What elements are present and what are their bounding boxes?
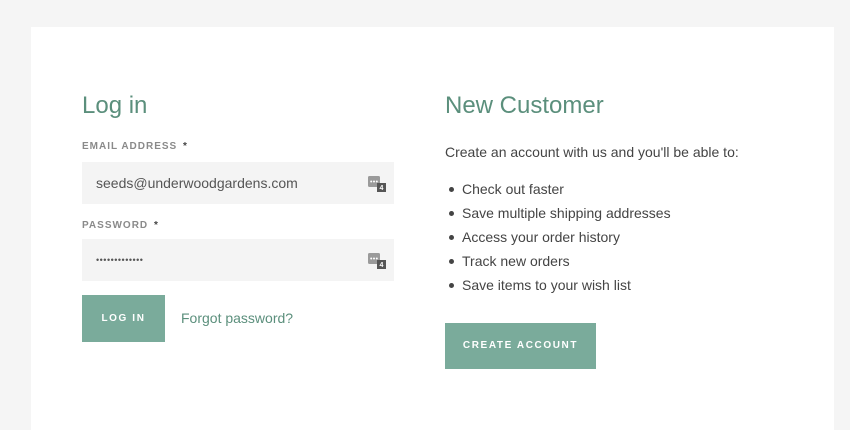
password-manager-badge: 4 (380, 185, 384, 192)
login-title: Log in (82, 92, 148, 119)
list-item: Access your order history (445, 228, 671, 252)
new-customer-intro: Create an account with us and you'll be … (445, 144, 739, 160)
email-field[interactable] (82, 162, 394, 204)
forgot-password-link[interactable]: Forgot password? (181, 310, 293, 326)
password-required-mark: * (153, 220, 159, 231)
account-panel: Log in EMAIL ADDRESS * 4 PASSWORD * ••••… (31, 27, 834, 430)
email-label: EMAIL ADDRESS * (82, 141, 188, 152)
password-field[interactable]: ••••••••••••• 4 (82, 239, 394, 281)
email-label-text: EMAIL ADDRESS (82, 141, 178, 152)
password-manager-icon[interactable]: 4 (368, 176, 386, 192)
benefits-list: Check out faster Save multiple shipping … (445, 180, 671, 300)
password-label-text: PASSWORD (82, 220, 149, 231)
login-button[interactable]: LOG IN (82, 295, 165, 342)
list-item: Save multiple shipping addresses (445, 204, 671, 228)
password-manager-badge: 4 (380, 262, 384, 269)
create-account-button[interactable]: CREATE ACCOUNT (445, 323, 596, 369)
list-item: Track new orders (445, 252, 671, 276)
password-masked-value: ••••••••••••• (96, 255, 144, 265)
email-required-mark: * (183, 141, 188, 152)
password-manager-icon[interactable]: 4 (368, 253, 386, 269)
email-field-wrapper: 4 (82, 162, 394, 204)
new-customer-title: New Customer (445, 92, 604, 119)
password-label: PASSWORD * (82, 220, 159, 231)
list-item: Check out faster (445, 180, 671, 204)
list-item: Save items to your wish list (445, 276, 671, 300)
